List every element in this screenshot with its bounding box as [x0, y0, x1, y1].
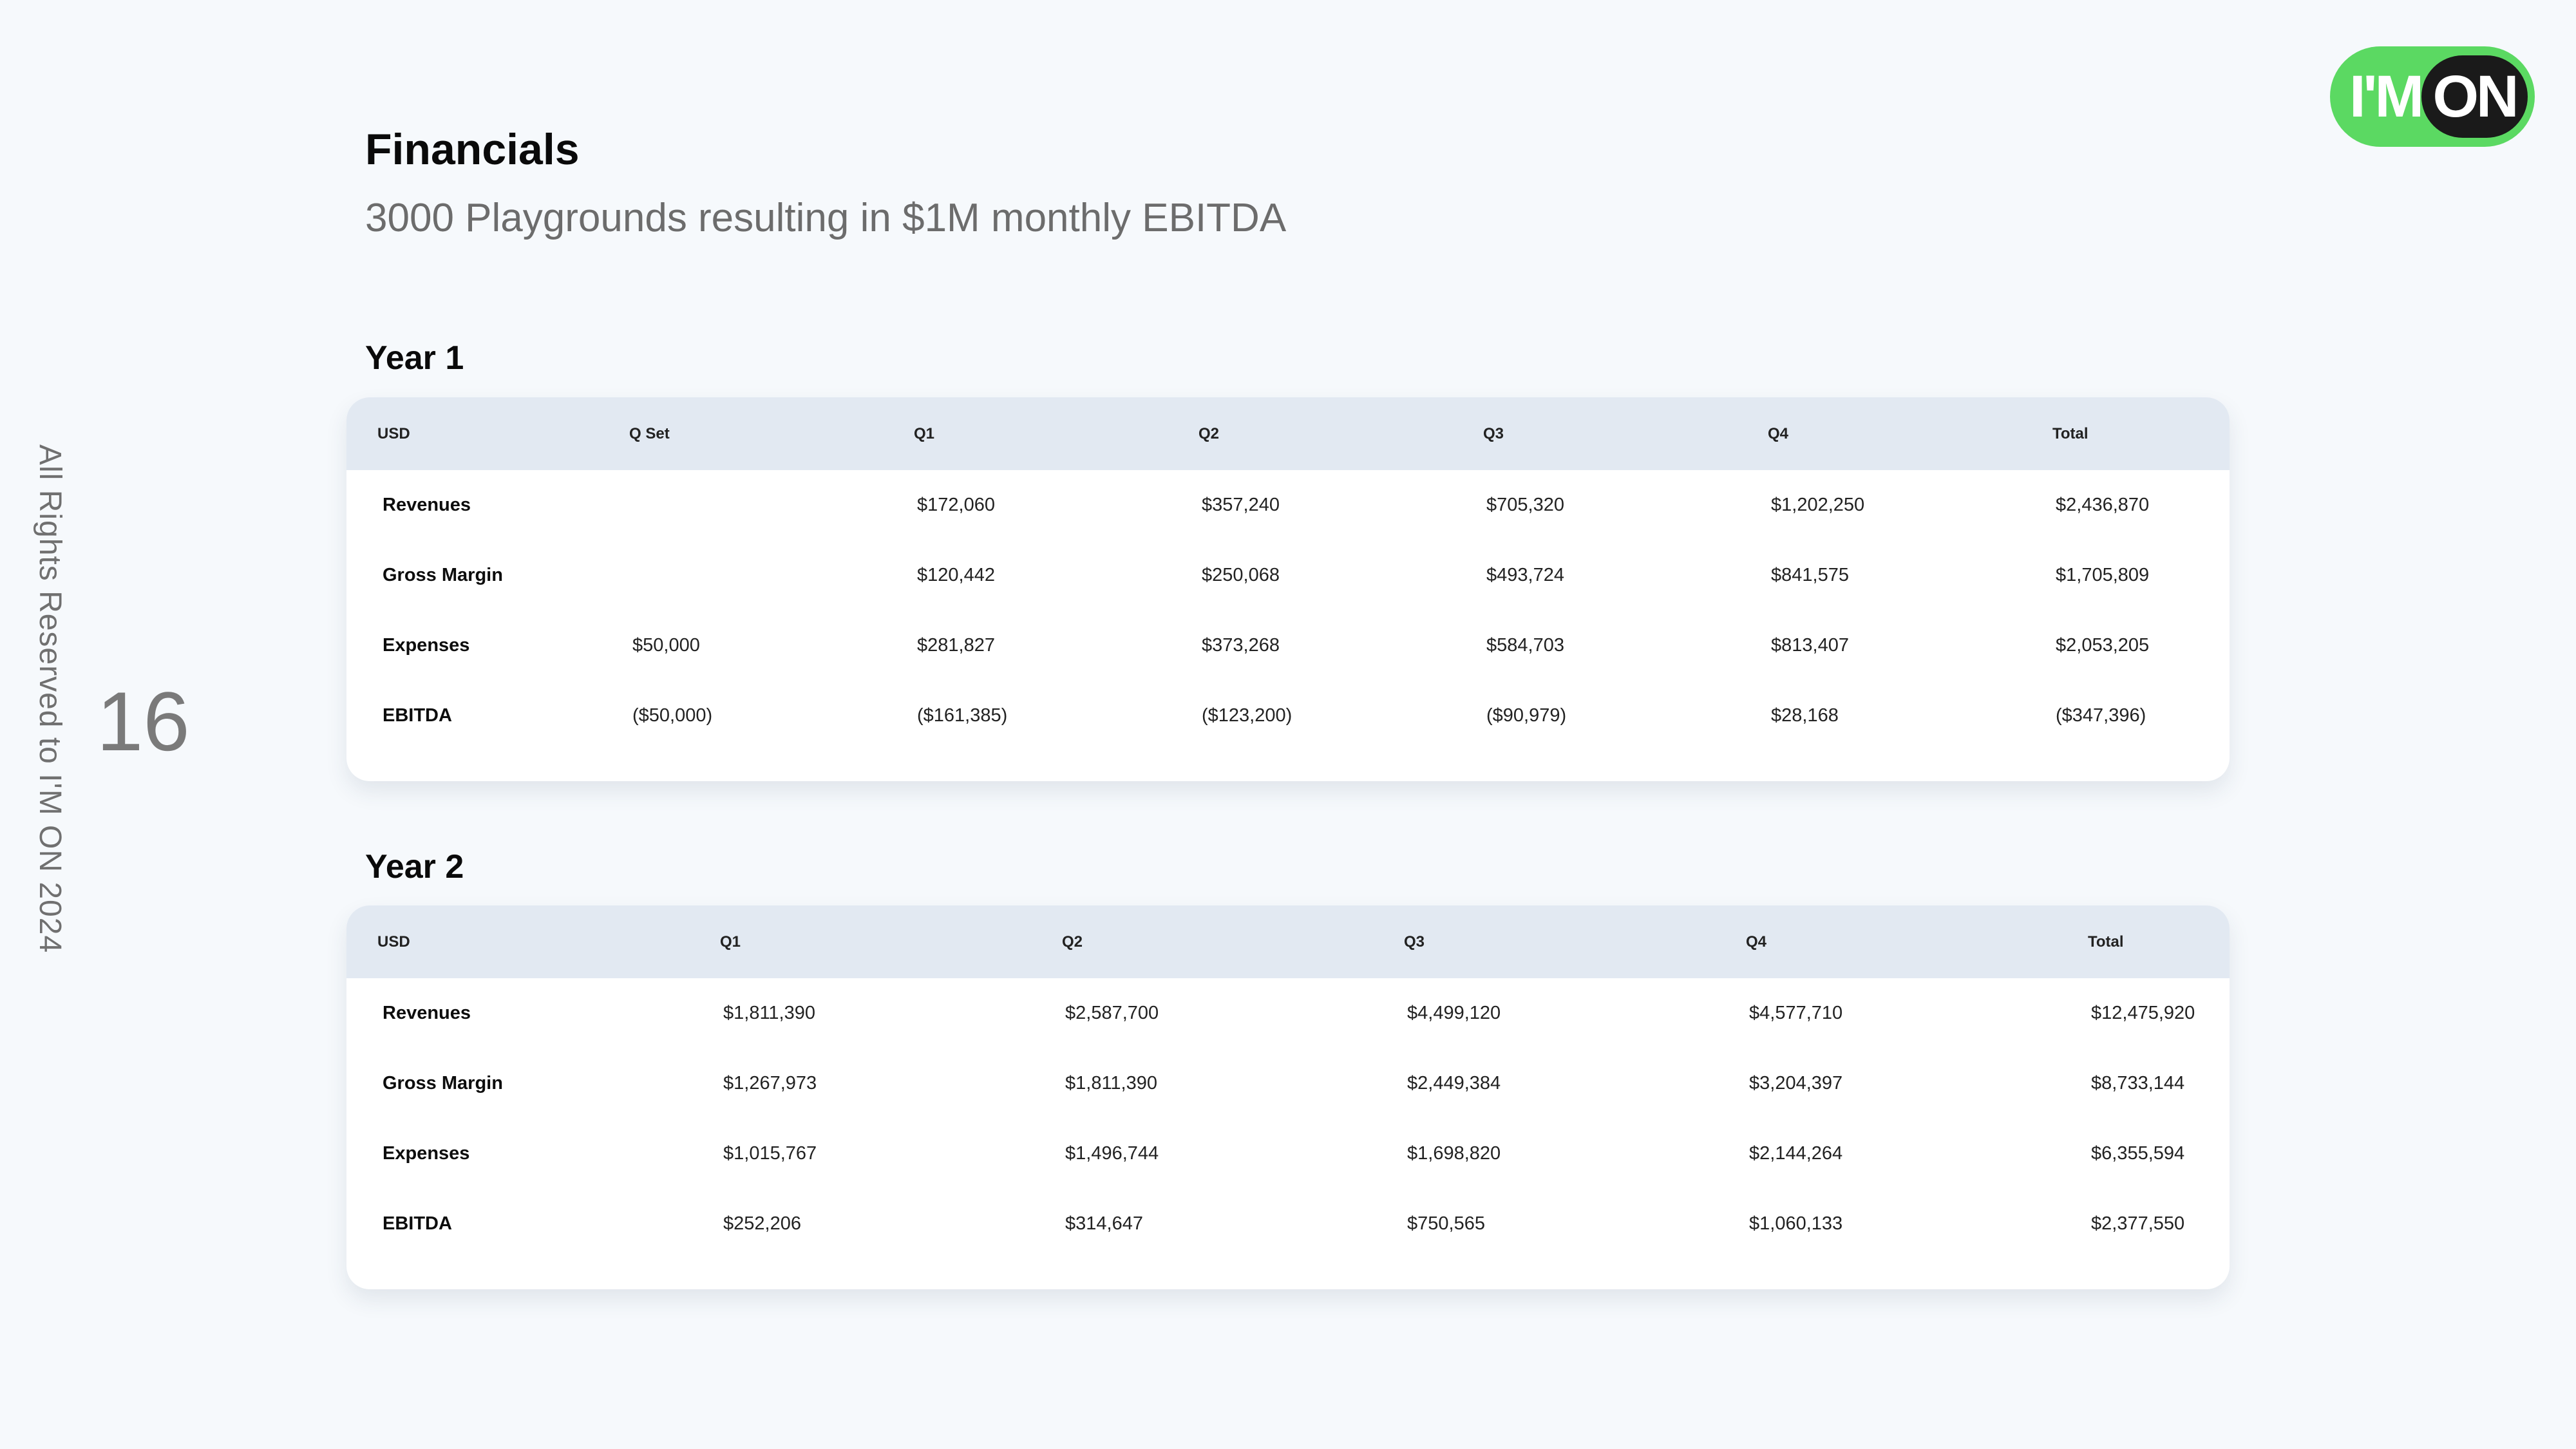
table-cell: ($123,200)	[1202, 705, 1293, 726]
table-row-gross-margin: Gross Margin $1,267,973 $1,811,390 $2,44…	[346, 1048, 2230, 1119]
table-cell: $281,827	[917, 635, 995, 656]
year1-header-row: USD Q Set Q1 Q2 Q3 Q4 Total	[346, 397, 2230, 470]
table-cell	[629, 540, 914, 611]
table-cell: $1,015,767	[723, 1143, 817, 1164]
column-header-q2: Q2	[1062, 933, 1083, 951]
table-row-expenses: Expenses $50,000 $281,827 $373,268 $584,…	[346, 611, 2230, 681]
table-cell: $1,267,973	[723, 1073, 817, 1094]
row-label: EBITDA	[383, 705, 452, 726]
table-cell: $705,320	[1486, 495, 1564, 515]
table-cell: $252,206	[723, 1213, 801, 1234]
year1-heading: Year 1	[365, 339, 464, 377]
table-cell: $493,724	[1486, 565, 1564, 585]
table-row-revenues: Revenues $1,811,390 $2,587,700 $4,499,12…	[346, 978, 2230, 1048]
table-row-ebitda: EBITDA $252,206 $314,647 $750,565 $1,060…	[346, 1189, 2230, 1259]
table-cell: $120,442	[917, 565, 995, 585]
table-row-expenses: Expenses $1,015,767 $1,496,744 $1,698,82…	[346, 1119, 2230, 1189]
year1-table-card: USD Q Set Q1 Q2 Q3 Q4 Total Revenues $17…	[346, 397, 2230, 781]
logo-text-im: I'M	[2349, 64, 2424, 129]
column-header-q2: Q2	[1198, 424, 1220, 442]
year1-table: USD Q Set Q1 Q2 Q3 Q4 Total Revenues $17…	[346, 397, 2230, 751]
year2-table: USD Q1 Q2 Q3 Q4 Total Revenues $1,811,39…	[346, 905, 2230, 1259]
table-cell: $4,499,120	[1407, 1003, 1501, 1023]
table-cell: $8,733,144	[2091, 1073, 2185, 1094]
row-label: Expenses	[383, 635, 470, 656]
table-cell: ($161,385)	[917, 705, 1008, 726]
table-cell	[629, 470, 914, 540]
table-cell: $250,068	[1202, 565, 1280, 585]
table-cell: $1,811,390	[1065, 1073, 1157, 1094]
table-cell: $750,565	[1407, 1213, 1485, 1234]
column-header-q3: Q3	[1483, 424, 1504, 442]
year2-table-card: USD Q1 Q2 Q3 Q4 Total Revenues $1,811,39…	[346, 905, 2230, 1289]
im-on-logo: I'M ON	[2330, 46, 2535, 147]
table-cell: ($90,979)	[1486, 705, 1567, 726]
table-cell: $1,698,820	[1407, 1143, 1501, 1164]
table-row-gross-margin: Gross Margin $120,442 $250,068 $493,724 …	[346, 540, 2230, 611]
column-header-usd: USD	[377, 933, 410, 951]
row-label: Gross Margin	[383, 565, 503, 585]
table-cell: $373,268	[1202, 635, 1280, 656]
table-row-revenues: Revenues $172,060 $357,240 $705,320 $1,2…	[346, 470, 2230, 540]
column-header-q1: Q1	[914, 424, 935, 442]
table-cell: $12,475,920	[2091, 1003, 2195, 1023]
row-label: Revenues	[383, 1003, 471, 1023]
table-cell: $4,577,710	[1749, 1003, 1843, 1023]
rights-reserved-text: All Rights Reserved to I'M ON 2024	[33, 444, 67, 954]
table-cell: $314,647	[1065, 1213, 1143, 1234]
table-cell: $1,705,809	[2056, 565, 2150, 585]
row-label: Revenues	[383, 495, 471, 515]
table-cell: $1,496,744	[1065, 1143, 1159, 1164]
row-label: Gross Margin	[383, 1073, 503, 1094]
column-header-usd: USD	[377, 424, 410, 442]
table-cell: $2,377,550	[2091, 1213, 2185, 1234]
table-cell: $584,703	[1486, 635, 1564, 656]
column-header-q1: Q1	[720, 933, 741, 951]
column-header-total: Total	[2088, 933, 2124, 951]
table-row-ebitda: EBITDA ($50,000) ($161,385) ($123,200) (…	[346, 681, 2230, 751]
table-cell: $813,407	[1771, 635, 1849, 656]
row-label: EBITDA	[383, 1213, 452, 1234]
table-cell: $841,575	[1771, 565, 1849, 585]
table-cell: $3,204,397	[1749, 1073, 1843, 1094]
table-cell: $172,060	[917, 495, 995, 515]
table-cell: $28,168	[1771, 705, 1839, 726]
page-number: 16	[97, 674, 190, 768]
table-cell: $2,436,870	[2056, 495, 2150, 515]
table-cell: $357,240	[1202, 495, 1280, 515]
year2-header-row: USD Q1 Q2 Q3 Q4 Total	[346, 905, 2230, 978]
table-cell: $1,202,250	[1771, 495, 1865, 515]
table-cell: ($50,000)	[632, 705, 713, 726]
column-header-q-set: Q Set	[629, 424, 670, 442]
table-cell: $2,449,384	[1407, 1073, 1501, 1094]
logo-text-on: ON	[2421, 55, 2528, 138]
table-cell: $6,355,594	[2091, 1143, 2185, 1164]
column-header-q3: Q3	[1404, 933, 1425, 951]
row-label: Expenses	[383, 1143, 470, 1164]
table-cell: $2,587,700	[1065, 1003, 1159, 1023]
table-cell: $1,060,133	[1749, 1213, 1843, 1234]
column-header-q4: Q4	[1746, 933, 1767, 951]
column-header-q4: Q4	[1768, 424, 1789, 442]
table-cell: $1,811,390	[723, 1003, 815, 1023]
column-header-total: Total	[2052, 424, 2088, 442]
page-title: Financials	[365, 125, 580, 174]
table-cell: ($347,396)	[2056, 705, 2146, 726]
year2-heading: Year 2	[365, 848, 464, 886]
table-cell: $2,144,264	[1749, 1143, 1843, 1164]
page-subtitle: 3000 Playgrounds resulting in $1M monthl…	[365, 196, 1287, 240]
table-cell: $2,053,205	[2056, 635, 2150, 656]
table-cell: $50,000	[632, 635, 700, 656]
